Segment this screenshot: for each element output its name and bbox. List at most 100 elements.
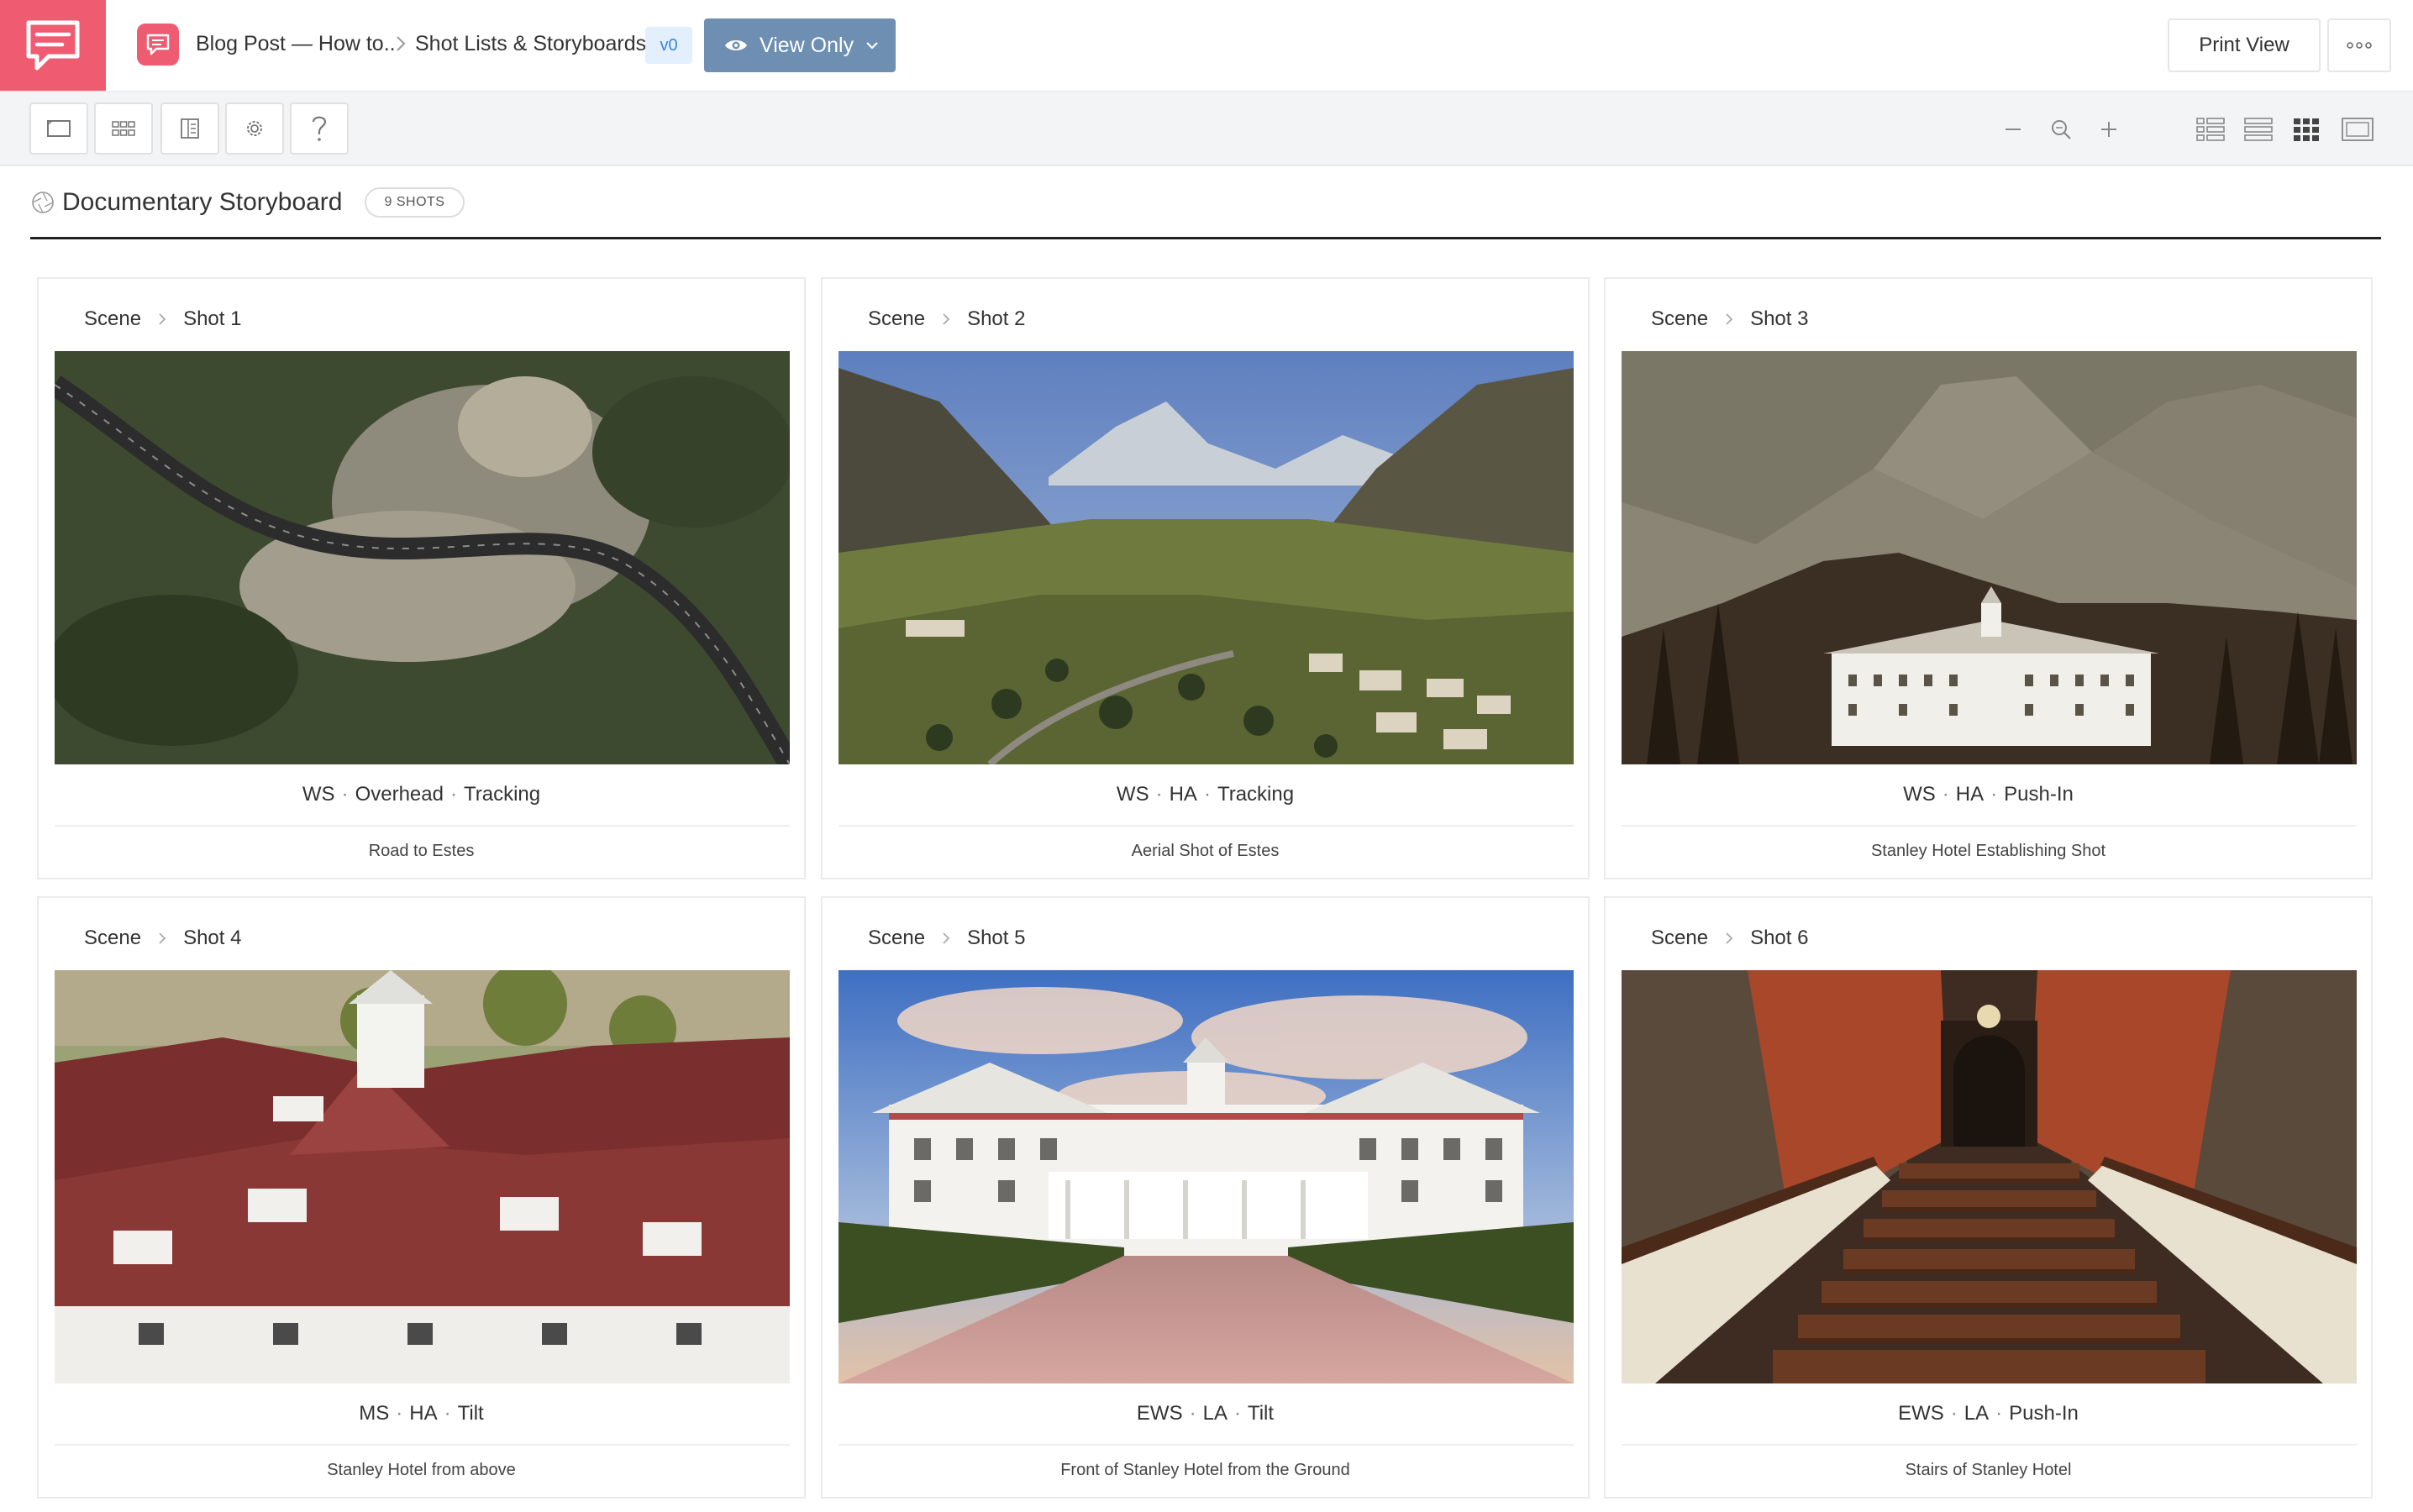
frame-icon (47, 120, 71, 137)
hotel-stairs-image (1622, 970, 2357, 1383)
shot-card-header: Scene Shot 6 (1651, 927, 1808, 950)
card-divider (839, 825, 1574, 827)
board-title-row: Documentary Storyboard 9 SHOTS (30, 183, 465, 222)
toolbar (0, 92, 2413, 166)
list-layout-button[interactable] (2192, 113, 2229, 146)
shot-card-header: Scene Shot 3 (1651, 307, 1808, 331)
scene-label[interactable]: Scene (1651, 307, 1708, 331)
card-divider (839, 1444, 1574, 1446)
scene-label[interactable]: Scene (84, 927, 141, 950)
shot-tags: WS · HA · Push-In (1903, 783, 2074, 806)
shot-tags: WS · Overhead · Tracking (302, 783, 541, 806)
shot-card[interactable]: Scene Shot 1 WS · Overhead · Tracking Road t… (37, 277, 806, 879)
shot-card[interactable]: Scene Shot 5 EWS · LA · Tilt Front of St… (821, 896, 1590, 1499)
shot-tags: MS · HA · Tilt (359, 1402, 484, 1425)
shot-label[interactable]: Shot 4 (183, 927, 241, 950)
shot-card[interactable]: Scene Shot 4 MS · HA · Tilt Stanley Hote… (37, 896, 806, 1499)
shot-label[interactable]: Shot 2 (967, 307, 1025, 331)
shot-tags: WS · HA · Tracking (1116, 783, 1295, 806)
grid-layout-icon (2294, 118, 2319, 141)
more-button[interactable] (2327, 18, 2391, 72)
valley-aerial-image (839, 351, 1574, 764)
scene-label[interactable]: Scene (1651, 927, 1708, 950)
help-icon (312, 116, 327, 141)
zoom-reset-icon (2052, 120, 2071, 139)
chevron-right-icon (943, 313, 950, 325)
shot-description: Stanley Hotel from above (327, 1461, 516, 1479)
breadcrumb-page[interactable]: Shot Lists & Storyboards (415, 32, 646, 56)
shot-size: WS (1903, 783, 1936, 806)
scene-label[interactable]: Scene (868, 927, 925, 950)
zoom-out-icon (2006, 129, 2021, 130)
shot-label[interactable]: Shot 6 (1750, 927, 1808, 950)
board-title: Documentary Storyboard (62, 188, 343, 216)
help-button[interactable] (290, 102, 349, 155)
panel-icon (181, 118, 199, 139)
shot-label[interactable]: Shot 5 (967, 927, 1025, 950)
settings-button[interactable] (225, 102, 284, 155)
camera-movement: Push-In (2004, 783, 2074, 806)
app-logo[interactable] (0, 0, 106, 91)
shot-label[interactable]: Shot 3 (1750, 307, 1808, 331)
view-mode-button[interactable]: View Only (704, 18, 896, 72)
shot-label[interactable]: Shot 1 (183, 307, 241, 331)
card-divider (1622, 825, 2357, 827)
rows-layout-icon (2244, 118, 2273, 141)
card-divider (1622, 1444, 2357, 1446)
camera-angle: HA (1169, 783, 1197, 806)
shot-image[interactable] (1622, 351, 2357, 764)
grid-layout-button[interactable] (2288, 113, 2325, 146)
shot-image[interactable] (55, 970, 790, 1383)
print-view-button[interactable]: Print View (2168, 18, 2321, 72)
project-icon[interactable] (137, 24, 179, 66)
shot-size: WS (302, 783, 335, 806)
film-layout-button[interactable] (2339, 113, 2376, 146)
shot-description: Stairs of Stanley Hotel (1905, 1461, 2072, 1479)
more-dots-icon (2347, 42, 2372, 49)
shot-card[interactable]: Scene Shot 2 WS · HA · Tracking Aerial S… (821, 277, 1590, 879)
chevron-right-icon (159, 313, 166, 325)
frame-button[interactable] (29, 102, 88, 155)
shot-size: EWS (1136, 1402, 1183, 1425)
chat-logo-icon (26, 20, 80, 71)
shot-image[interactable] (839, 351, 1574, 764)
zoom-reset-button[interactable] (2046, 114, 2076, 144)
chevron-right-icon (1726, 313, 1733, 325)
shot-card-header: Scene Shot 5 (868, 927, 1025, 950)
version-badge[interactable]: v0 (645, 27, 692, 64)
card-divider (55, 825, 790, 827)
camera-movement: Tilt (1247, 1402, 1275, 1425)
shot-image[interactable] (839, 970, 1574, 1383)
camera-movement: Tilt (457, 1402, 484, 1425)
shot-description: Aerial Shot of Estes (1131, 842, 1280, 860)
hotel-roof-image (55, 970, 790, 1383)
panel-button[interactable] (160, 102, 219, 155)
breadcrumb-project[interactable]: Blog Post — How to.. (196, 32, 396, 56)
shot-image[interactable] (55, 351, 790, 764)
grid-icon (112, 121, 135, 136)
chat-icon (146, 34, 170, 55)
eye-icon (725, 40, 747, 50)
camera-angle: LA (1964, 1402, 1990, 1425)
shot-size: WS (1116, 783, 1149, 806)
scene-label[interactable]: Scene (868, 307, 925, 331)
shot-description: Front of Stanley Hotel from the Ground (1060, 1461, 1350, 1479)
chevron-right-icon (159, 932, 166, 944)
zoom-in-button[interactable] (2094, 114, 2124, 144)
shot-description: Stanley Hotel Establishing Shot (1870, 842, 2106, 860)
card-divider (55, 1444, 790, 1446)
shot-tags: EWS · LA · Tilt (1136, 1402, 1275, 1425)
shot-description: Road to Estes (368, 842, 475, 860)
shot-card[interactable]: Scene Shot 3 WS · HA · Push-In Stanley H… (1604, 277, 2373, 879)
chevron-down-icon (866, 42, 878, 50)
zoom-out-button[interactable] (1998, 114, 2028, 144)
shot-tags: EWS · LA · Push-In (1898, 1402, 2079, 1425)
camera-angle: Overhead (355, 783, 444, 806)
scene-label[interactable]: Scene (84, 307, 141, 331)
shot-count-badge: 9 SHOTS (364, 187, 465, 218)
shot-image[interactable] (1622, 970, 2357, 1383)
zoom-in-icon (2101, 122, 2116, 137)
shot-card[interactable]: Scene Shot 6 EWS · LA · Push-In Stairs o… (1604, 896, 2373, 1499)
grid-button[interactable] (94, 102, 153, 155)
rows-layout-button[interactable] (2240, 113, 2277, 146)
